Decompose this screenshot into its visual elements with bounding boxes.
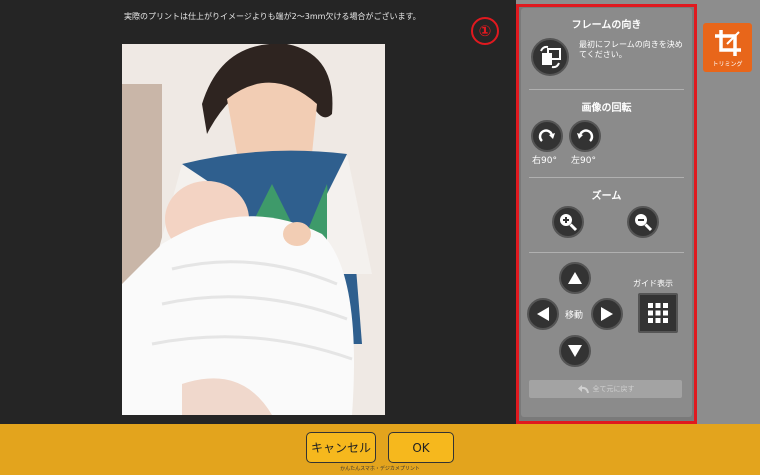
arrow-down-icon [568, 345, 582, 357]
trimming-label: トリミング [712, 61, 743, 68]
photo-image [122, 44, 385, 415]
rotate-right-icon [538, 129, 555, 142]
orientation-description: 最初にフレームの向きを決めてください。 [579, 40, 683, 59]
frame-orientation-icon [540, 45, 561, 69]
divider [529, 177, 684, 178]
arrow-up-icon [568, 272, 582, 284]
photo-preview[interactable] [122, 44, 385, 415]
move-up-button[interactable] [559, 262, 591, 294]
orientation-button[interactable] [531, 38, 569, 76]
reset-all-button[interactable]: 全て元に戻す [529, 380, 682, 398]
move-right-button[interactable] [591, 298, 623, 330]
zoom-in-button[interactable] [552, 206, 584, 238]
step-marker: ① [471, 17, 499, 45]
zoom-in-icon [560, 214, 578, 232]
guide-grid-button[interactable] [638, 293, 678, 333]
rotate-left-icon [577, 129, 594, 142]
ok-button[interactable]: OK [388, 432, 454, 463]
move-down-button[interactable] [559, 335, 591, 367]
move-label: 移動 [565, 311, 584, 321]
zoom-out-icon [635, 214, 653, 232]
arrow-left-icon [537, 307, 549, 321]
reset-all-label: 全て元に戻す [592, 385, 635, 393]
crop-icon [715, 30, 741, 56]
rotate-right-label: 右90° [532, 156, 557, 166]
undo-icon [577, 385, 589, 394]
brand-text: かんたんスマホ・デジカメプリント [340, 466, 420, 472]
move-left-button[interactable] [527, 298, 559, 330]
rotate-left-label: 左90° [571, 156, 596, 166]
zoom-out-button[interactable] [627, 206, 659, 238]
arrow-right-icon [601, 307, 613, 321]
orientation-title: フレームの向き [571, 20, 642, 31]
cancel-button[interactable]: キャンセル [306, 432, 376, 463]
zoom-title: ズーム [591, 191, 622, 202]
rotate-left-button[interactable] [569, 120, 601, 152]
footer-bar: キャンセル OK かんたんスマホ・デジカメプリント [0, 424, 760, 475]
guide-label: ガイド表示 [633, 279, 673, 288]
rotation-title: 画像の回転 [581, 103, 632, 114]
divider [529, 89, 684, 90]
print-notice: 実際のプリントは仕上がりイメージよりも端が2～3mm欠ける場合がございます。 [124, 12, 421, 21]
preview-area: 実際のプリントは仕上がりイメージよりも端が2～3mm欠ける場合がございます。 [0, 0, 516, 424]
trimming-button[interactable]: トリミング [703, 23, 752, 72]
edit-panel: フレームの向き 最初にフレームの向きを決めてください。 画像の回転 右90° 左… [521, 8, 692, 417]
divider [529, 252, 684, 253]
grid-icon [648, 303, 668, 323]
rotate-right-button[interactable] [531, 120, 563, 152]
